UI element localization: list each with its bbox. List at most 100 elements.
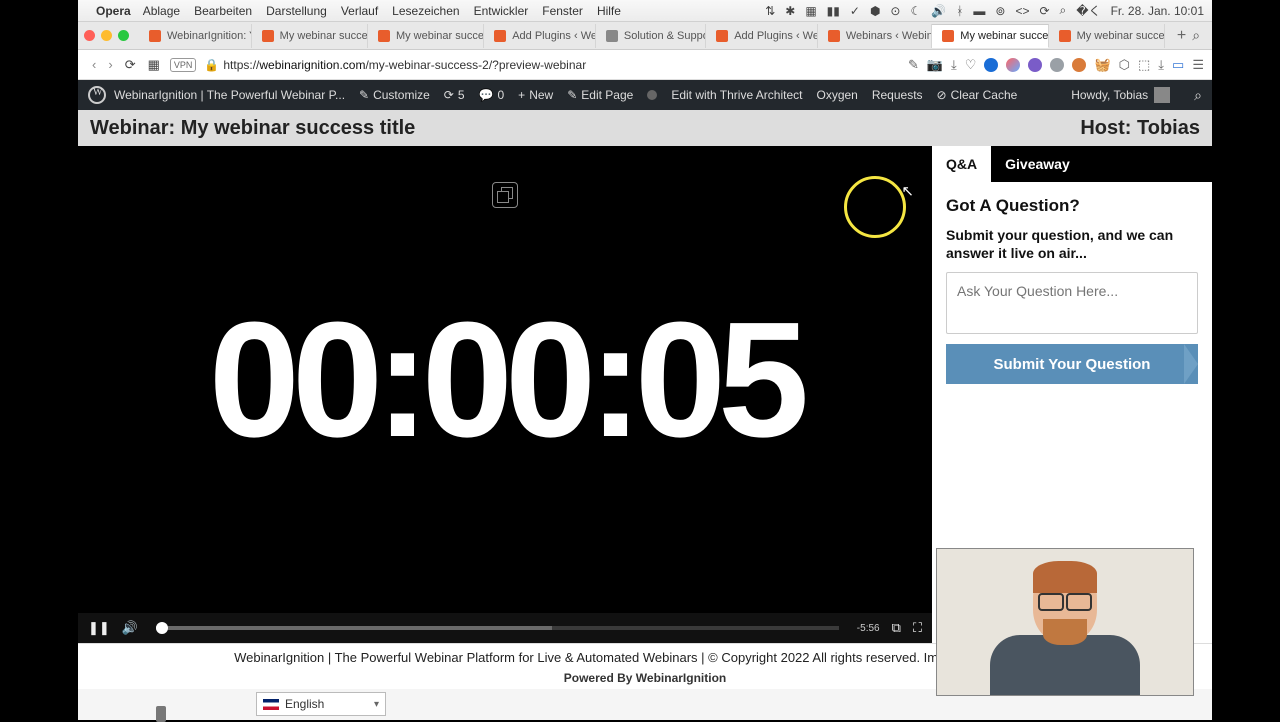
volume-icon[interactable]: 🔊 — [931, 4, 946, 18]
menu-icon[interactable]: ☰ — [1192, 57, 1204, 73]
site-name[interactable]: WebinarIgnition | The Powerful Webinar P… — [114, 88, 345, 102]
close-window[interactable] — [84, 30, 95, 41]
progress-knob[interactable] — [156, 622, 168, 634]
sync-icon[interactable]: ⟳ — [1039, 4, 1049, 18]
new-tab-button[interactable]: + — [1171, 27, 1192, 45]
grid-icon[interactable]: ▦ — [148, 57, 160, 73]
question-input[interactable] — [946, 272, 1198, 334]
check-icon[interactable]: ✓ — [850, 4, 860, 18]
tab-label: My webinar success — [1077, 30, 1165, 42]
forward-button[interactable]: › — [108, 57, 112, 72]
menu-bookmarks[interactable]: Lesezeichen — [392, 4, 459, 18]
browser-tab[interactable]: WebinarIgnition: Yo — [139, 24, 252, 48]
edit-page-link[interactable]: ✎Edit Page — [567, 88, 633, 102]
back-button[interactable]: ‹ — [92, 57, 96, 72]
pip-button[interactable]: ⧉ — [892, 620, 901, 636]
pencil-icon: ✎ — [567, 88, 577, 102]
browser-tab[interactable]: Webinars ‹ Webinar — [818, 24, 932, 48]
edit-thrive-link[interactable]: Edit with Thrive Architect — [671, 88, 802, 102]
play-icon[interactable]: ⊙ — [890, 4, 900, 18]
gauge-icon: ⊘ — [937, 88, 947, 102]
window-controls — [84, 30, 129, 41]
columns-icon[interactable]: ▮▮ — [827, 4, 840, 18]
browser-tab[interactable]: Add Plugins ‹ Webi — [484, 24, 596, 48]
browser-tab-active[interactable]: My webinar success — [932, 24, 1048, 48]
menu-history[interactable]: Verlauf — [341, 4, 378, 18]
brush-icon: ✎ — [359, 88, 369, 102]
browser-tab[interactable]: My webinar success — [1049, 24, 1165, 48]
cube-icon[interactable]: ⬡ — [1119, 57, 1130, 73]
tab-giveaway[interactable]: Giveaway — [991, 146, 1084, 182]
save-icon[interactable]: ⤓ — [951, 57, 957, 73]
vpn-badge[interactable]: VPN — [170, 58, 197, 72]
tab-qa[interactable]: Q&A — [932, 146, 991, 182]
box-icon[interactable]: ⬚ — [1138, 57, 1150, 73]
ext-icon[interactable] — [1050, 58, 1064, 72]
url-field[interactable]: https://webinarignition.com/my-webinar-s… — [223, 58, 900, 72]
browser-tab[interactable]: My webinar success — [252, 24, 368, 48]
language-selector[interactable]: English ▾ — [256, 692, 386, 716]
ext-icon[interactable] — [1072, 58, 1086, 72]
comments-link[interactable]: 💬0 — [479, 88, 505, 102]
ext-icon[interactable] — [1006, 58, 1020, 72]
fullscreen-button[interactable]: ⛶ — [913, 620, 922, 636]
progress-bar[interactable] — [156, 626, 839, 630]
bluetooth-icon[interactable]: ᚼ — [956, 4, 963, 18]
clear-cache-link[interactable]: ⊘Clear Cache — [937, 88, 1018, 102]
ext-icon[interactable] — [1028, 58, 1042, 72]
user-avatar-icon — [1154, 87, 1170, 103]
edit-icon[interactable]: ✎ — [908, 57, 919, 73]
menu-view[interactable]: Darstellung — [266, 4, 327, 18]
browser-tab[interactable]: My webinar success — [368, 24, 484, 48]
thrive-icon[interactable] — [647, 90, 657, 100]
wordpress-icon[interactable] — [88, 86, 106, 104]
favicon-icon — [606, 30, 618, 42]
menu-window[interactable]: Fenster — [542, 4, 583, 18]
tabs-search-icon[interactable]: ⌕ — [1192, 27, 1200, 44]
maximize-window[interactable] — [118, 30, 129, 41]
lock-icon[interactable]: 🔒 — [204, 58, 219, 72]
wp-search-icon[interactable]: ⌕ — [1194, 87, 1202, 104]
cart-icon[interactable]: 🧺 — [1094, 57, 1110, 73]
calendar-icon[interactable]: ▦ — [805, 4, 816, 18]
star-icon[interactable]: ✱ — [785, 4, 795, 18]
popout-icon[interactable] — [492, 182, 518, 208]
browser-tab[interactable]: Solution & Support — [596, 24, 706, 48]
video-body[interactable]: 00:00:05 ↖ — [78, 146, 932, 613]
updates-link[interactable]: ⟳5 — [444, 88, 465, 102]
pause-button[interactable]: ❚❚ — [88, 620, 110, 636]
heart-icon[interactable]: ♡ — [965, 57, 977, 73]
browser-tab[interactable]: Add Plugins ‹ Webi — [706, 24, 818, 48]
code-icon[interactable]: <> — [1015, 4, 1029, 18]
clock[interactable]: Fr. 28. Jan. 10:01 — [1111, 4, 1204, 18]
qa-subtitle: Submit your question, and we can answer … — [946, 226, 1198, 262]
oxygen-link[interactable]: Oxygen — [816, 88, 857, 102]
reload-button[interactable]: ⟳ — [125, 57, 136, 73]
menu-edit[interactable]: Bearbeiten — [194, 4, 252, 18]
download-icon[interactable]: ⤓ — [1158, 57, 1164, 73]
wifi-icon[interactable]: ⊚ — [995, 4, 1005, 18]
control-center-icon[interactable]: �く — [1076, 2, 1100, 19]
volume-button[interactable]: 🔊 — [122, 620, 138, 636]
moon-icon[interactable]: ☾ — [910, 4, 921, 18]
menu-developer[interactable]: Entwickler — [474, 4, 529, 18]
tab-label: Add Plugins ‹ Webi — [512, 30, 596, 42]
menu-file[interactable]: Ablage — [143, 4, 180, 18]
menu-help[interactable]: Hilfe — [597, 4, 621, 18]
dropbox-icon[interactable]: ⇅ — [765, 4, 775, 18]
customize-link[interactable]: ✎Customize — [359, 88, 430, 102]
howdy-user[interactable]: Howdy, Tobias — [1071, 87, 1170, 103]
comment-icon: 💬 — [479, 88, 494, 102]
requests-link[interactable]: Requests — [872, 88, 923, 102]
pip-icon[interactable]: ▭ — [1172, 57, 1184, 73]
ext-icon[interactable] — [984, 58, 998, 72]
hex-icon[interactable]: ⬢ — [870, 4, 880, 18]
submit-question-button[interactable]: Submit Your Question — [946, 344, 1198, 384]
updates-icon: ⟳ — [444, 88, 454, 102]
new-link[interactable]: +New — [518, 88, 553, 102]
camera-icon[interactable]: 📷 — [927, 57, 943, 73]
app-name[interactable]: Opera — [96, 4, 131, 18]
battery-icon[interactable]: ▬ — [973, 4, 985, 18]
minimize-window[interactable] — [101, 30, 112, 41]
spotlight-icon[interactable]: ⌕ — [1060, 3, 1067, 18]
